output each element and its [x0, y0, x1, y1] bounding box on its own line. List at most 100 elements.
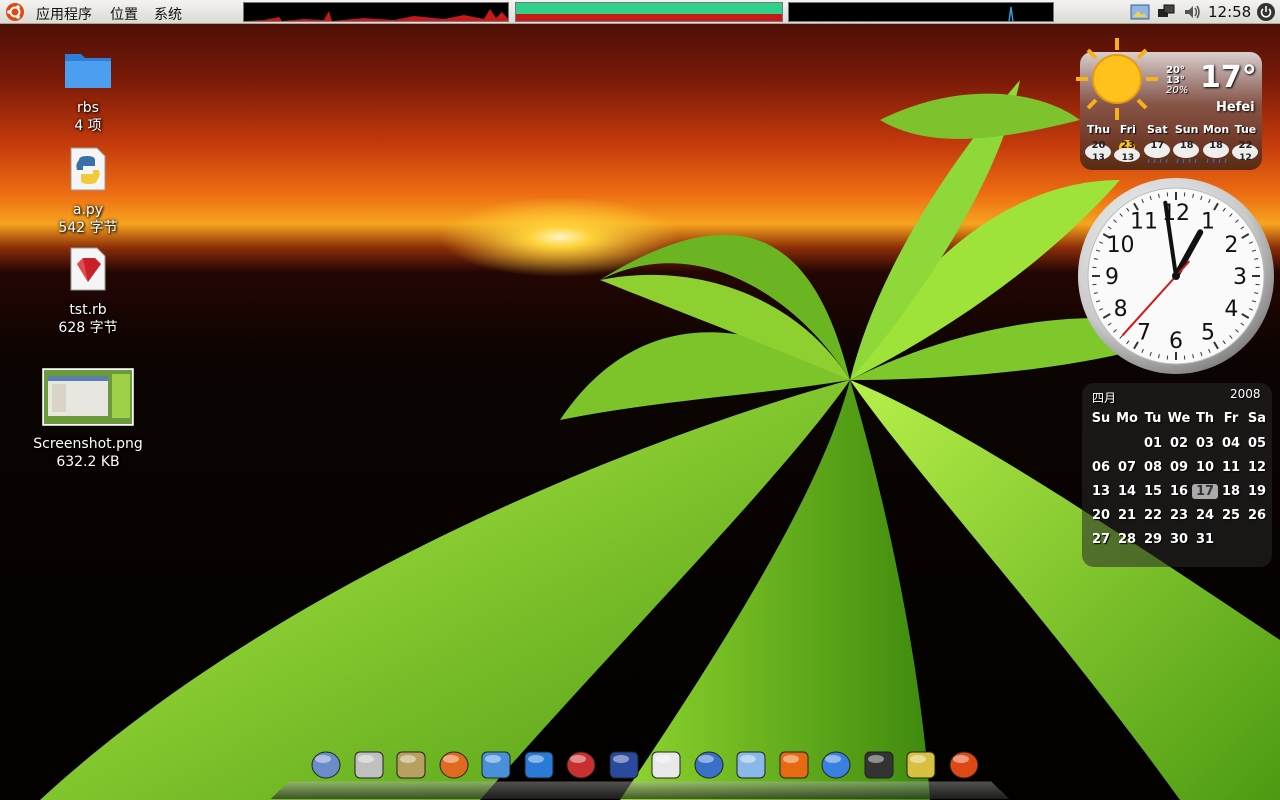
calendar-weekday: Su [1091, 411, 1111, 426]
desktop-icon-detail: 632.2 KB [56, 454, 120, 470]
globe-icon[interactable] [607, 748, 641, 782]
calendar-day[interactable]: 20 [1088, 508, 1114, 523]
panel-clock[interactable]: 12:58 [1208, 3, 1251, 21]
calendar-day[interactable]: 02 [1166, 436, 1192, 451]
calendar-day[interactable]: 29 [1140, 532, 1166, 547]
computer-icon[interactable] [309, 748, 343, 782]
forecast-day: Thu 20 13 [1084, 123, 1113, 164]
calendar-day[interactable]: 04 [1218, 436, 1244, 451]
desktop-icon-tst-rb[interactable]: tst.rb 628 字节 [23, 246, 153, 337]
clock-number: 3 [1233, 265, 1247, 290]
calendar-day[interactable]: 09 [1166, 460, 1192, 475]
forecast-day: Mon 18 [1202, 123, 1231, 164]
monitor-icon[interactable] [734, 748, 768, 782]
calendar-day[interactable]: 12 [1244, 460, 1270, 475]
ubuntu-logo-icon[interactable] [5, 2, 25, 22]
desktop-icon-a-py[interactable]: a.py 542 字节 [23, 146, 153, 237]
media-player-icon[interactable] [522, 748, 556, 782]
calendar-month: 四月 [1092, 391, 1117, 405]
clock-number: 9 [1105, 265, 1119, 290]
desktop-icon-label: rbs [77, 100, 99, 116]
clock-number: 6 [1169, 329, 1183, 354]
fox-app-icon[interactable] [437, 748, 471, 782]
analog-clock-widget[interactable]: 12 1234567891011 [1076, 176, 1276, 376]
calendar-day[interactable]: 10 [1192, 460, 1218, 475]
calendar-day[interactable]: 05 [1244, 436, 1270, 451]
calendar-day[interactable]: 01 [1140, 436, 1166, 451]
forecast-day: Tue 22 12 [1231, 123, 1260, 164]
calendar-day[interactable]: 19 [1244, 484, 1270, 499]
desktop-icon-screenshot[interactable]: Screenshot.png 632.2 KB [23, 367, 153, 471]
clock-number: 8 [1114, 297, 1128, 322]
calendar-widget[interactable]: 四月 2008 Su Mo Tu We Th Fr Sa 01 02 03 04 05 06 07 08 09… [1082, 383, 1272, 567]
volume-icon[interactable] [1182, 2, 1202, 22]
graphics-app-icon[interactable] [352, 748, 386, 782]
memory-monitor[interactable] [515, 2, 783, 22]
clock-number: 5 [1201, 320, 1215, 345]
menu-system[interactable]: 系统 [154, 4, 182, 24]
firefox-icon[interactable] [777, 748, 811, 782]
desktop-icon-detail: 628 字节 [58, 320, 118, 336]
calendar-day[interactable]: 08 [1140, 460, 1166, 475]
forecast-day: Sun 18 [1172, 123, 1201, 164]
calendar-day[interactable]: 24 [1192, 508, 1218, 523]
weather-range: 20° 13° 20% [1166, 65, 1189, 96]
clock-number: 11 [1130, 210, 1158, 235]
desktop-icon-label: tst.rb [69, 302, 107, 318]
ubuntu-logo-icon[interactable] [947, 748, 981, 782]
image-viewer-icon[interactable] [1130, 2, 1150, 22]
calendar-day[interactable]: 14 [1114, 484, 1140, 499]
clock-number: 4 [1224, 297, 1238, 322]
calendar-weekday: Sa [1247, 411, 1267, 426]
folder-icon[interactable] [819, 748, 853, 782]
chat-app-icon[interactable] [479, 748, 513, 782]
cpu-monitor[interactable] [243, 2, 509, 22]
calendar-day[interactable]: 31 [1192, 532, 1218, 547]
forecast-day: Sat 17 [1143, 123, 1172, 164]
calendar-weekday: Mo [1116, 411, 1138, 426]
text-editor-icon[interactable] [649, 748, 683, 782]
desktop-icon-detail: 4 项 [74, 118, 102, 134]
calendar-day[interactable]: 25 [1218, 508, 1244, 523]
sun-icon [1076, 38, 1158, 120]
clock-number: 7 [1137, 320, 1151, 345]
drive-icon[interactable] [904, 748, 938, 782]
clock-center [1172, 272, 1180, 280]
desktop-icon-rbs[interactable]: rbs 4 项 [23, 46, 153, 135]
calendar-day[interactable]: 22 [1140, 508, 1166, 523]
calendar-day[interactable]: 28 [1114, 532, 1140, 547]
calendar-day[interactable]: 21 [1114, 508, 1140, 523]
python-file-icon [70, 147, 106, 191]
clock-number: 1 [1201, 210, 1215, 235]
calendar-day[interactable]: 13 [1088, 484, 1114, 499]
calendar-day[interactable]: 23 [1166, 508, 1192, 523]
terminal-icon[interactable] [862, 748, 896, 782]
power-icon[interactable] [1256, 2, 1276, 22]
calendar-day[interactable]: 11 [1218, 460, 1244, 475]
menu-applications[interactable]: 应用程序 [36, 4, 92, 24]
ruby-file-icon [70, 247, 106, 291]
calendar-day[interactable]: 07 [1114, 460, 1140, 475]
speaker-app-icon[interactable] [394, 748, 428, 782]
network-globe-icon[interactable] [692, 748, 726, 782]
network-monitor[interactable] [788, 2, 1054, 22]
menu-places[interactable]: 位置 [110, 4, 138, 24]
calendar-day[interactable]: 18 [1218, 484, 1244, 499]
calendar-weekday: We [1167, 411, 1191, 426]
calendar-day-today[interactable]: 17 [1192, 484, 1218, 499]
calendar-day[interactable]: 03 [1192, 436, 1218, 451]
calendar-day[interactable]: 15 [1140, 484, 1166, 499]
weather-widget[interactable]: 20° 13° 20% 17° Hefei Thu 20 13 Fri 23 13 … [1076, 38, 1262, 170]
calendar-day[interactable]: 16 [1166, 484, 1192, 499]
calendar-day[interactable]: 06 [1088, 460, 1114, 475]
weather-city: Hefei [1216, 100, 1255, 115]
network-status-icon[interactable] [1156, 2, 1176, 22]
calendar-day[interactable]: 30 [1166, 532, 1192, 547]
calendar-day[interactable]: 26 [1244, 508, 1270, 523]
help-book-icon[interactable] [564, 748, 598, 782]
calendar-day[interactable]: 27 [1088, 532, 1114, 547]
clock-number: 10 [1107, 233, 1135, 258]
forecast-day: Fri 23 13 [1113, 123, 1142, 164]
desktop-icon-detail: 542 字节 [58, 220, 118, 236]
image-thumbnail-icon [41, 367, 135, 427]
